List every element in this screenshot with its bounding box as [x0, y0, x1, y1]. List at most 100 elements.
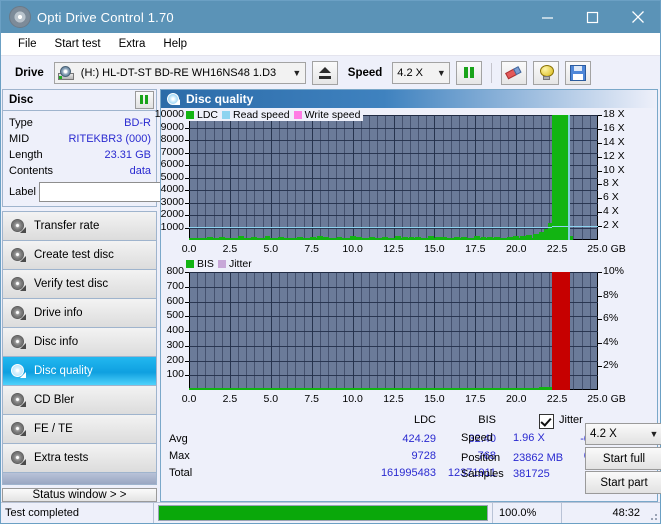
- disc-icon: [11, 364, 26, 378]
- x-tick-label: 15.0: [424, 393, 445, 405]
- save-button[interactable]: [565, 60, 592, 85]
- stats-header-bis: BIS: [478, 414, 496, 426]
- main-panel: Disc quality LDC Read speed Write speed: [155, 89, 661, 502]
- menu-item-file[interactable]: File: [9, 36, 46, 52]
- sidebar: Disc Type BD-R MID RITEKBR3 (000) Length…: [1, 89, 242, 502]
- y2-tick-mark: [598, 366, 602, 368]
- y2-tick-label: 12 X: [603, 149, 625, 162]
- stats-row-avg-label: Avg: [169, 433, 188, 445]
- x-tick-label: 17.5: [465, 243, 486, 255]
- disc-row-type-value: BD-R: [124, 117, 151, 129]
- test-speed-value: 4.2 X: [590, 428, 617, 440]
- sidebar-spacer: [3, 473, 156, 485]
- legend-item-bis: BIS: [186, 258, 214, 270]
- stats-max-ldc: 9728: [411, 450, 436, 462]
- x-tick-label: 17.5: [465, 393, 486, 405]
- speed-label: Speed: [347, 66, 383, 79]
- sidebar-item-cd-bler[interactable]: CD Bler: [3, 386, 156, 415]
- samples-stat-value: 381725: [513, 468, 550, 480]
- legend-item-jitter: Jitter: [217, 258, 252, 270]
- y-tick-label: 5000: [160, 170, 184, 183]
- y2-tick-label: 10%: [603, 265, 625, 277]
- y-tick-label: 10000: [154, 108, 184, 120]
- sidebar-item-create-test-disc[interactable]: Create test disc: [3, 241, 156, 270]
- speed-select[interactable]: 4.2 X ▼: [392, 61, 451, 84]
- app-body: Disc Type BD-R MID RITEKBR3 (000) Length…: [1, 89, 661, 502]
- status-window-button[interactable]: Status window > >: [2, 488, 157, 502]
- sidebar-item-disc-info[interactable]: Disc info: [3, 328, 156, 357]
- resize-grip[interactable]: [646, 503, 660, 523]
- disc-icon: [11, 451, 26, 465]
- y-tick-label: 6000: [160, 158, 184, 170]
- speed-stat-label: Speed: [461, 432, 493, 444]
- menu-item-start-test[interactable]: Start test: [46, 36, 110, 52]
- start-full-button[interactable]: Start full: [585, 447, 661, 470]
- y-tick-label: 7000: [160, 145, 184, 158]
- sidebar-item-transfer-rate[interactable]: Transfer rate: [3, 212, 156, 241]
- x-tick-label: 22.5: [546, 393, 568, 405]
- drive-select-value: (H:) HL-DT-ST BD-RE WH16NS48 1.D3: [80, 66, 277, 79]
- y-tick-label: 4000: [160, 183, 184, 195]
- refresh-icon: [462, 66, 477, 80]
- y-tick-label: 500: [166, 309, 184, 322]
- jitter-checkbox[interactable]: [539, 414, 554, 429]
- sidebar-nav: Transfer rate Create test disc Verify te…: [2, 211, 157, 485]
- disc-refresh-button[interactable]: [135, 91, 154, 109]
- maximize-icon[interactable]: [570, 1, 615, 33]
- disc-row-length-value: 23.31 GB: [104, 149, 151, 161]
- legend-item-ldc: LDC: [186, 109, 218, 121]
- tips-button[interactable]: [533, 60, 560, 85]
- y-tick-label: 3000: [160, 195, 184, 208]
- close-icon[interactable]: [615, 1, 660, 33]
- plot-top-series: [189, 115, 598, 240]
- stats-header-ldc: LDC: [413, 414, 436, 426]
- x-tick-label: 7.5: [304, 243, 319, 255]
- test-speed-select[interactable]: 4.2 X ▼: [585, 423, 661, 445]
- menu-item-help[interactable]: Help: [154, 36, 196, 52]
- bis-chart-legend: BIS Jitter: [184, 258, 254, 270]
- plot-bot-series: [189, 272, 598, 390]
- app-disc-icon: [9, 6, 31, 28]
- status-bar: Test completed 100.0% 48:32: [1, 502, 660, 523]
- bis-chart: BIS Jitter 800 700 600 500 400 300 200 100 10% 8…: [161, 258, 657, 410]
- disc-quality-icon: [167, 93, 180, 105]
- disc-row-contents-label: Contents: [9, 165, 54, 177]
- sidebar-item-verify-test-disc[interactable]: Verify test disc: [3, 270, 156, 299]
- y-tick-label: 400: [166, 324, 184, 336]
- refresh-button[interactable]: [456, 60, 483, 85]
- menu-bar: File Start test Extra Help: [1, 33, 660, 56]
- drive-label: Drive: [15, 66, 44, 79]
- menu-item-extra[interactable]: Extra: [110, 36, 155, 52]
- drive-select[interactable]: (H:) HL-DT-ST BD-RE WH16NS48 1.D3 ▼: [53, 61, 306, 84]
- read-speed-line: [552, 226, 598, 228]
- legend-item-write-speed: Write speed: [293, 109, 361, 121]
- disc-row-contents-value: data: [129, 165, 151, 177]
- sidebar-item-drive-info[interactable]: Drive info: [3, 299, 156, 328]
- eject-button[interactable]: [311, 60, 338, 85]
- window-title: Opti Drive Control 1.70: [37, 9, 174, 25]
- x-tick-label: 20.0: [505, 393, 527, 405]
- save-icon: [570, 64, 587, 81]
- x-tick-label: 5.0: [263, 243, 279, 255]
- y2-tick-mark: [598, 142, 602, 144]
- speed-select-value: 4.2 X: [397, 66, 423, 79]
- disc-row-mid: MID RITEKBR3 (000): [3, 131, 156, 147]
- start-part-button[interactable]: Start part: [585, 471, 661, 494]
- stats-row-total-label: Total: [169, 467, 193, 479]
- erase-button[interactable]: [501, 60, 528, 85]
- sidebar-item-label: Create test disc: [34, 249, 114, 261]
- disc-icon: [11, 393, 26, 407]
- disc-row-mid-value: RITEKBR3 (000): [68, 133, 151, 145]
- y2-tick-mark: [598, 170, 602, 172]
- drive-toolbar: Drive (H:) HL-DT-ST BD-RE WH16NS48 1.D3 …: [1, 56, 660, 89]
- sidebar-item-fe-te[interactable]: FE / TE: [3, 415, 156, 444]
- disc-row-type: Type BD-R: [3, 115, 156, 131]
- minimize-icon[interactable]: [525, 1, 570, 33]
- disc-icon: [11, 335, 26, 349]
- x-tick-label: 20.0: [505, 243, 527, 255]
- x-tick-label: 12.5: [383, 393, 404, 405]
- sidebar-item-extra-tests[interactable]: Extra tests: [3, 444, 156, 473]
- x-tick-label: 15.0: [424, 243, 445, 255]
- eraser-icon: [504, 63, 525, 83]
- sidebar-item-disc-quality[interactable]: Disc quality: [3, 357, 156, 386]
